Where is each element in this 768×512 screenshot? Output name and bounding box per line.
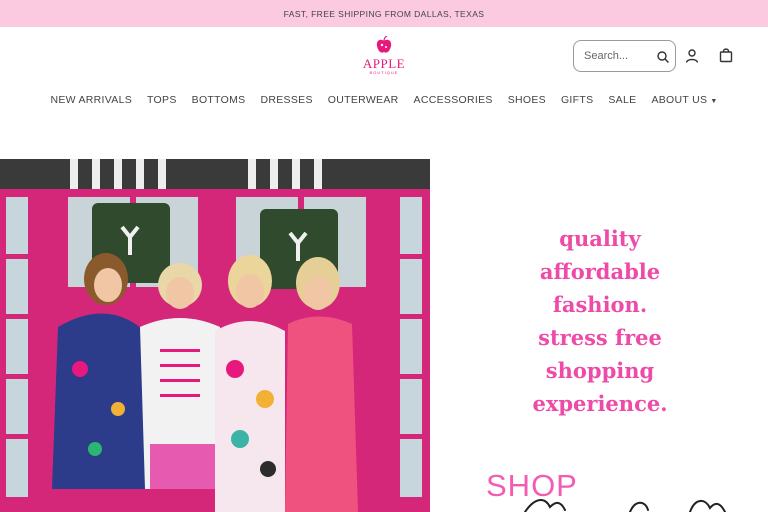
nav-outerwear[interactable]: OUTERWEAR — [328, 94, 399, 110]
nav-shoes[interactable]: SHOES — [508, 94, 546, 110]
nav-gifts[interactable]: GIFTS — [561, 94, 593, 110]
tagline-line: fashion. — [552, 292, 648, 317]
tagline-line: shopping — [545, 358, 655, 383]
nav-new-arrivals[interactable]: NEW ARRIVALS — [50, 94, 132, 110]
account-icon[interactable] — [684, 48, 700, 64]
main-navigation: NEW ARRIVALS TOPS BOTTOMS DRESSES OUTERW… — [0, 94, 768, 110]
tagline-line: stress free — [538, 325, 662, 350]
apple-logo-icon — [376, 36, 392, 53]
nav-bottoms[interactable]: BOTTOMS — [192, 94, 246, 110]
brand-subtitle: BOUTIQUE — [369, 70, 399, 75]
announcement-text: FAST, FREE SHIPPING FROM DALLAS, TEXAS — [283, 8, 485, 19]
nav-sale[interactable]: SALE — [608, 94, 636, 110]
hero-photo-illustration — [0, 159, 430, 512]
search-box[interactable] — [573, 40, 676, 72]
announcement-bar: FAST, FREE SHIPPING FROM DALLAS, TEXAS — [0, 0, 768, 27]
nav-tops[interactable]: TOPS — [147, 94, 177, 110]
script-lettering-decoration — [524, 499, 726, 512]
tagline-line: quality — [559, 226, 641, 251]
nav-dresses[interactable]: DRESSES — [260, 94, 312, 110]
nav-accessories[interactable]: ACCESSORIES — [414, 94, 493, 110]
tagline-line: affordable — [539, 259, 661, 284]
hero-tagline: quality affordable fashion. stress free … — [490, 222, 710, 420]
nav-about-us[interactable]: ABOUT US ▼ — [651, 94, 717, 110]
chevron-down-icon: ▼ — [710, 98, 718, 105]
search-icon[interactable] — [656, 50, 670, 64]
nav-about-us-label: ABOUT US — [651, 94, 708, 106]
tagline-line: experience. — [532, 391, 668, 416]
store-logo[interactable]: APPLE BOUTIQUE — [356, 36, 412, 76]
shopping-bag-icon[interactable] — [718, 47, 734, 63]
hero-image — [0, 159, 430, 512]
search-input[interactable] — [584, 48, 654, 64]
